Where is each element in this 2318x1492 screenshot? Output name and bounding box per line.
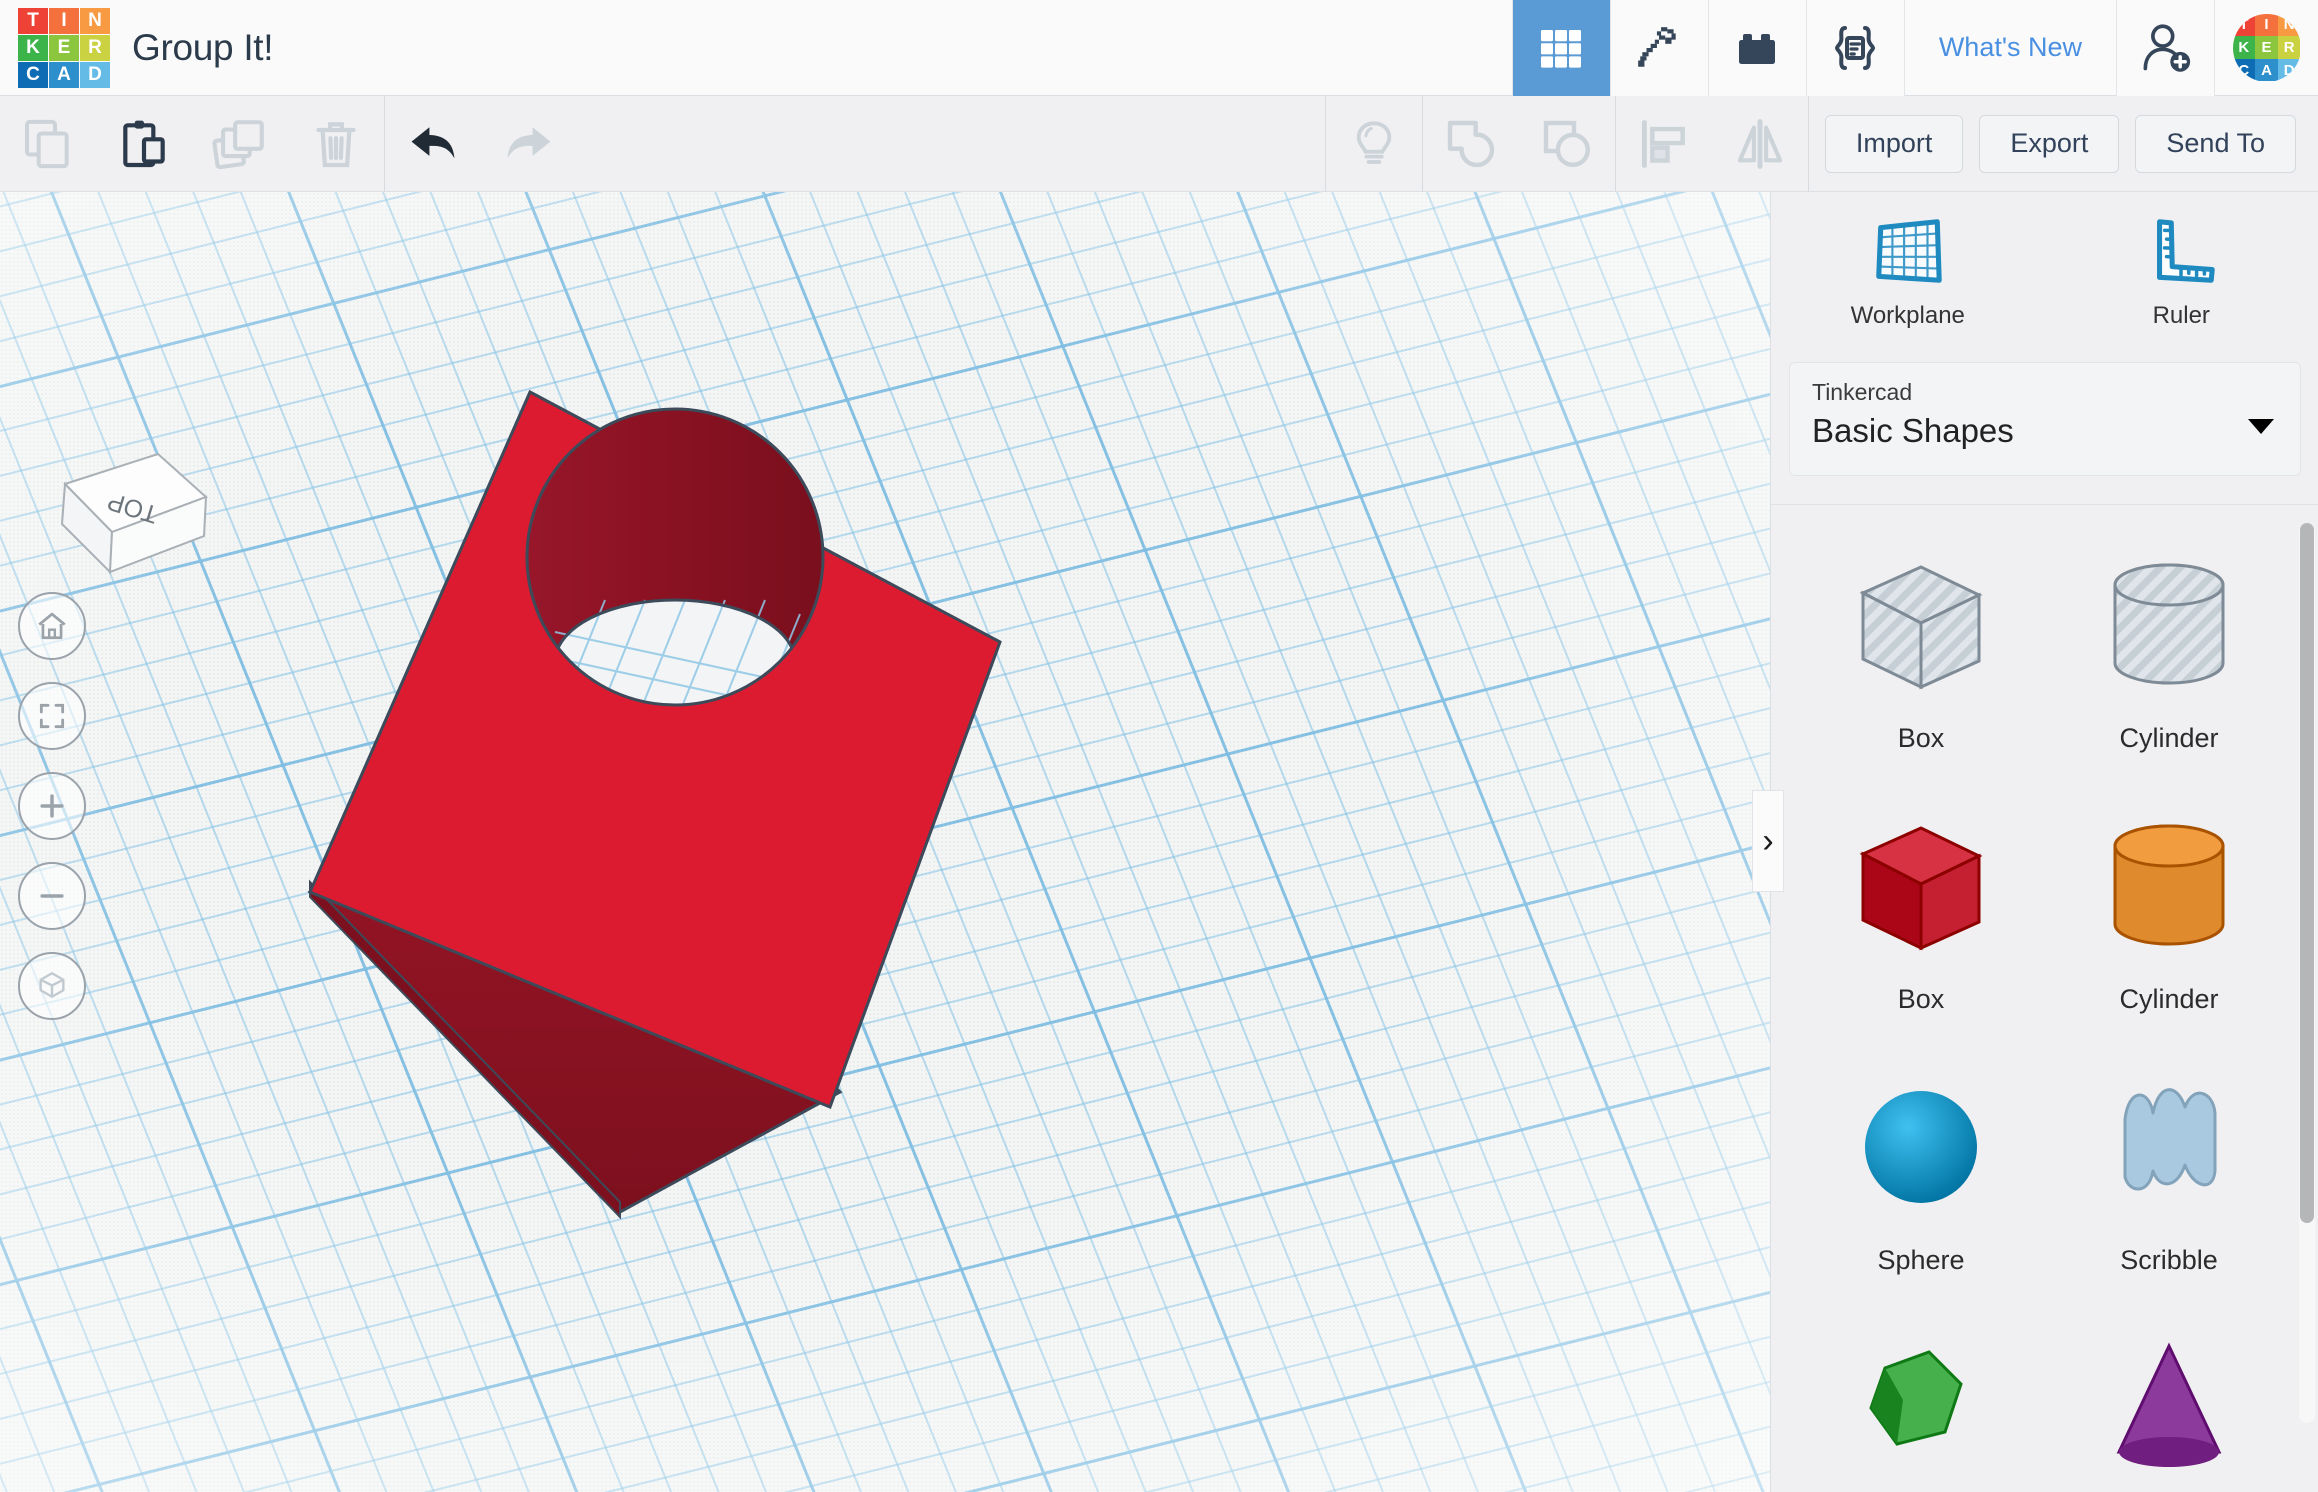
shape-library-select[interactable]: Tinkercad Basic Shapes — [1789, 362, 2301, 476]
shape-label: Box — [1897, 984, 1945, 1014]
undo-button[interactable] — [385, 96, 481, 192]
edit-toolbar: Import Export Send To — [0, 95, 2318, 192]
chevron-down-icon — [2248, 419, 2274, 434]
shape-box-solid-icon — [1841, 806, 2001, 966]
whats-new-link[interactable]: What's New — [1903, 0, 2116, 96]
logo-cell-n: N — [80, 7, 110, 34]
panel-tool-row: Workplane Ruler — [1771, 192, 2318, 350]
shape-sphere-icon — [1841, 1067, 2001, 1227]
duplicate-button[interactable] — [192, 96, 288, 192]
shape-cylinder-solid-icon — [2089, 806, 2249, 966]
workplane-grid — [0, 192, 1770, 1492]
logo-cell-d: D — [80, 61, 110, 88]
shape-scribble-icon — [2089, 1067, 2249, 1227]
shape-grid: Box Cylinder Box Cylinder Sphere Scribble — [1771, 505, 2318, 1492]
ruler-tool-label: Ruler — [2152, 302, 2210, 329]
clipboard-tool-group — [0, 96, 384, 192]
import-button[interactable]: Import — [1824, 114, 1964, 173]
grid-3d-designs-icon[interactable] — [1511, 0, 1610, 96]
collapse-panel-button[interactable]: › — [1752, 790, 1784, 892]
shape-library-name: Basic Shapes — [1812, 412, 2014, 449]
shape-polygon[interactable] — [1797, 1328, 2045, 1492]
workplane-tool[interactable]: Workplane — [1818, 212, 1998, 330]
avatar-cell-k: K — [2232, 36, 2256, 59]
shape-label: Cylinder — [2119, 723, 2219, 753]
shape-cylinder-hole-icon — [2089, 545, 2249, 705]
logo-cell-c: C — [18, 61, 48, 88]
copy-button[interactable] — [0, 96, 96, 192]
ungroup-button[interactable] — [1519, 96, 1615, 192]
shape-label: Box — [1897, 723, 1945, 753]
shape-cone-icon — [2089, 1328, 2249, 1488]
shape-sphere[interactable]: Sphere — [1797, 1067, 2045, 1276]
home-view-button[interactable] — [18, 592, 86, 660]
avatar-cell-e: E — [2255, 36, 2278, 59]
ruler-tool[interactable]: Ruler — [2091, 212, 2271, 330]
zoom-out-button[interactable] — [18, 862, 86, 930]
shape-box-solid[interactable]: Box — [1797, 806, 2045, 1015]
view-navigation-controls — [10, 592, 110, 1042]
toolbar-divider-5 — [1807, 95, 1809, 192]
avatar-letter-grid: TINKERCAD — [2232, 13, 2301, 82]
avatar-cell-c: C — [2232, 58, 2256, 82]
lego-brick-icon[interactable] — [1707, 0, 1806, 96]
send-to-button[interactable]: Send To — [2135, 114, 2296, 173]
shape-label: Cylinder — [2119, 984, 2219, 1014]
avatar-cell-t: T — [2232, 13, 2256, 37]
top-bar: TINKERCAD Group It! What's New T I N K E… — [0, 0, 2318, 96]
logo-cell-i: I — [49, 7, 79, 34]
pickaxe-minecraft-icon[interactable] — [1609, 0, 1708, 96]
logo-cell-a: A — [49, 61, 79, 88]
shape-label: Scribble — [2120, 1245, 2218, 1275]
logo-cell-e: E — [49, 34, 79, 61]
redo-button[interactable] — [481, 96, 577, 192]
mirror-button[interactable] — [1712, 96, 1808, 192]
tinkercad-app: TINKERCAD Group It! What's New T I N K E… — [0, 0, 2318, 1492]
export-button[interactable]: Export — [1979, 114, 2120, 173]
top-bar-right: What's New TINKERCAD — [1511, 0, 2318, 96]
group-button[interactable] — [1423, 96, 1519, 192]
logo-letter-grid: TIN KER CAD — [18, 7, 110, 88]
avatar-cell-d: D — [2277, 58, 2301, 82]
shape-cylinder-solid[interactable]: Cylinder — [2045, 806, 2293, 1015]
shapes-panel: Workplane Ruler Tinkercad Basic Shapes B… — [1770, 192, 2318, 1492]
avatar-cell-r: R — [2277, 36, 2301, 59]
user-avatar[interactable]: TINKERCAD — [2214, 0, 2318, 96]
logo-cell-t: T — [18, 7, 48, 34]
shape-list[interactable]: Box Cylinder Box Cylinder Sphere Scribble — [1771, 504, 2318, 1492]
shape-box-hole-icon — [1841, 545, 2001, 705]
workplane-tool-label: Workplane — [1850, 302, 1965, 329]
paste-button[interactable] — [96, 96, 192, 192]
add-user-icon[interactable] — [2116, 0, 2214, 96]
delete-button[interactable] — [288, 96, 384, 192]
shape-scribble[interactable]: Scribble — [2045, 1067, 2293, 1276]
zoom-in-button[interactable] — [18, 772, 86, 840]
project-title[interactable]: Group It! — [132, 27, 274, 69]
shape-polygon-icon — [1841, 1328, 2001, 1488]
avatar-cell-a: A — [2255, 58, 2278, 82]
workplane-icon — [1875, 219, 1942, 283]
view-cube[interactable]: TOP TOP — [40, 432, 230, 612]
scrollbar-thumb[interactable] — [2300, 523, 2314, 1223]
tinkercad-logo[interactable]: TIN KER CAD Group It! — [0, 7, 274, 88]
codeblocks-icon[interactable] — [1805, 0, 1904, 96]
shape-list-scrollbar[interactable] — [2299, 523, 2315, 1423]
avatar-cell-i: I — [2255, 13, 2278, 37]
ruler-icon — [2157, 219, 2215, 283]
align-button[interactable] — [1616, 96, 1712, 192]
shape-label: Sphere — [1877, 1245, 1965, 1275]
shape-box-hole[interactable]: Box — [1797, 545, 2045, 754]
history-tool-group — [385, 96, 577, 192]
shape-cylinder-hole[interactable]: Cylinder — [2045, 545, 2293, 754]
fit-to-view-button[interactable] — [18, 682, 86, 750]
shape-cone[interactable] — [2045, 1328, 2293, 1492]
workplane-canvas[interactable]: TOP TOP — [0, 192, 1770, 1492]
hint-lightbulb-button[interactable] — [1326, 96, 1422, 192]
logo-cell-r: R — [80, 34, 110, 61]
logo-cell-k: K — [18, 34, 48, 61]
avatar-cell-n: N — [2277, 13, 2301, 37]
perspective-toggle-button[interactable] — [18, 952, 86, 1020]
shape-library-owner: Tinkercad — [1812, 379, 1913, 405]
